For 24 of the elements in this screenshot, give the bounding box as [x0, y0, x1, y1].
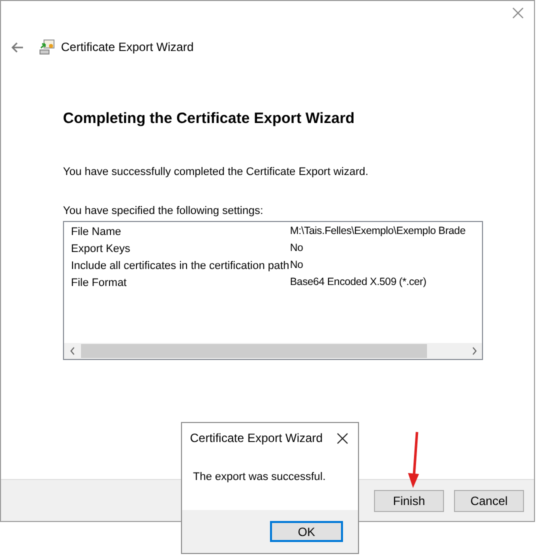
- dialog-message: The export was successful.: [192, 470, 327, 485]
- setting-name: Include all certificates in the certification path: [70, 258, 290, 274]
- scroll-right-icon[interactable]: [472, 346, 477, 354]
- setting-name: Export Keys: [70, 242, 132, 257]
- setting-value: No: [290, 258, 304, 274]
- setting-value: M:\Tais.Felles\Exemplo\Exemplo Brade: [290, 224, 466, 240]
- dialog-title: Certificate Export Wizard: [190, 430, 323, 447]
- horizontal-scrollbar[interactable]: [64, 342, 482, 358]
- settings-label: You have specified the following settings:: [63, 204, 264, 219]
- setting-name: File Name: [70, 224, 122, 240]
- scrollbar-thumb[interactable]: [81, 344, 427, 358]
- setting-value: No: [290, 241, 304, 256]
- back-arrow-icon[interactable]: [11, 42, 24, 52]
- ok-button[interactable]: OK: [270, 521, 343, 542]
- finish-button[interactable]: Finish: [374, 490, 444, 512]
- annotation-arrow: [406, 431, 420, 489]
- window-title: Certificate Export Wizard: [61, 39, 194, 56]
- setting-name: File Format: [70, 276, 128, 291]
- page-heading: Completing the Certificate Export Wizard: [63, 109, 356, 129]
- close-icon[interactable]: [337, 432, 348, 444]
- setting-value: Base64 Encoded X.509 (*.cer): [290, 275, 426, 290]
- completion-message: You have successfully completed the Certificate Export wizard.: [63, 164, 370, 180]
- cancel-button[interactable]: Cancel: [454, 490, 524, 512]
- certificate-icon: [39, 39, 55, 55]
